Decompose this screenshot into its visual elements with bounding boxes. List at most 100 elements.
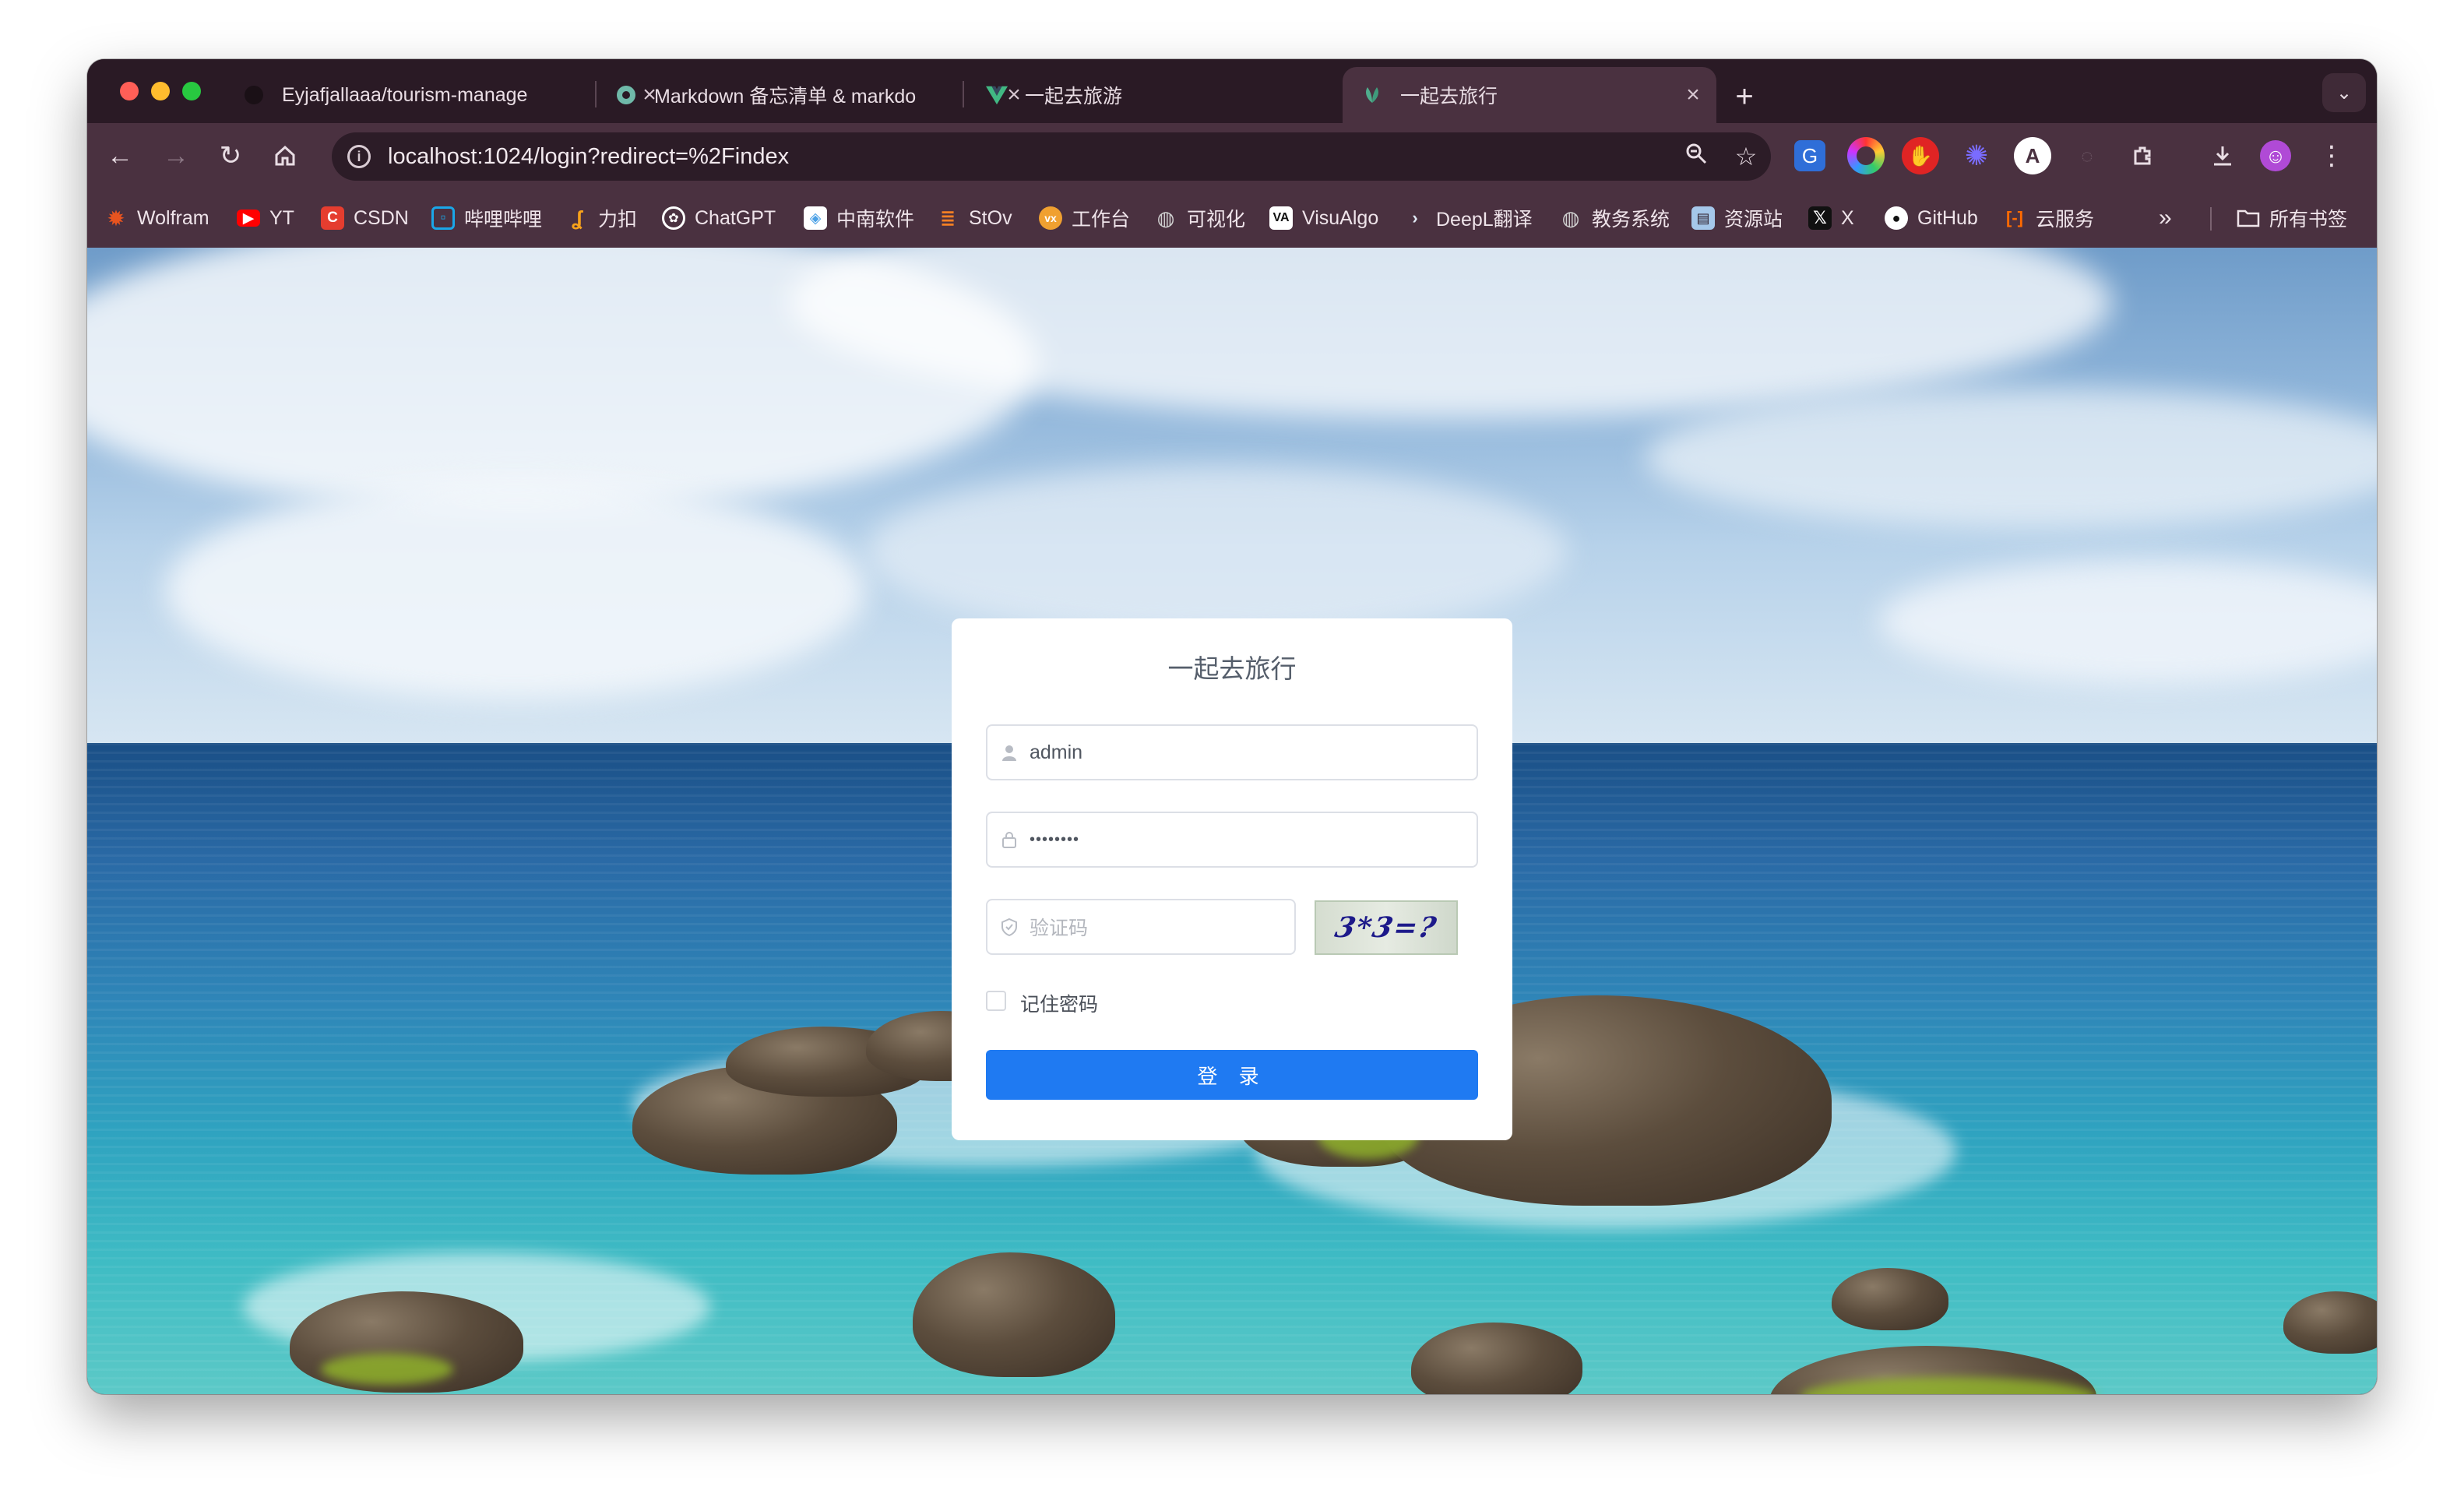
bookmark-label: ChatGPT — [695, 206, 776, 229]
translate-extension-icon[interactable]: G — [1794, 140, 1825, 171]
bookmark-label: CSDN — [354, 206, 409, 229]
new-tab-button[interactable]: + — [1721, 73, 1768, 120]
bookmarks-bar: ✹ Wolfram ▶ YT C CSDN ▫ 哔哩哔哩 ʆ 力扣 ✿ Chat… — [87, 188, 2377, 248]
youtube-icon: ▶ — [237, 210, 260, 227]
tab-search-chevron-icon[interactable]: ⌄ — [2322, 73, 2366, 112]
quickref-icon — [615, 84, 637, 106]
captcha-image[interactable]: 3*3=? — [1315, 900, 1458, 955]
login-card: 一起去旅行 admin •••••••• 验证码 3*3=? 记住密码 登 录 — [952, 618, 1512, 1140]
bookmark-label: 教务系统 — [1592, 209, 1670, 231]
remember-password-label[interactable]: 记住密码 — [1020, 989, 1098, 1017]
bookmark-label: VisuAlgo — [1302, 206, 1379, 229]
all-bookmarks-folder[interactable]: 所有书签 — [2237, 201, 2347, 235]
bookmark-bilibili[interactable]: ▫ 哔哩哔哩 — [431, 201, 542, 235]
extensions-puzzle-icon[interactable] — [2124, 137, 2162, 174]
chatgpt-icon: ✿ — [662, 206, 685, 230]
bookmark-wolfram[interactable]: ✹ Wolfram — [104, 201, 209, 235]
bookmark-label: 力扣 — [598, 209, 638, 231]
hand-extension-icon[interactable]: ✋ — [1902, 137, 1939, 174]
a-extension-icon[interactable]: A — [2014, 137, 2051, 174]
folder-icon — [2237, 206, 2260, 230]
bookmark-leetcode[interactable]: ʆ 力扣 — [565, 201, 637, 235]
maximize-window-button[interactable] — [182, 82, 201, 100]
password-input[interactable]: •••••••• — [986, 812, 1478, 868]
bookmark-chatgpt[interactable]: ✿ ChatGPT — [662, 201, 776, 235]
bookmark-label: GitHub — [1917, 206, 1978, 229]
csdn-icon: C — [321, 206, 344, 230]
bookmark-label: DeepL翻译 — [1436, 209, 1533, 231]
bookmark-academic-system[interactable]: ◍ 教务系统 — [1559, 201, 1670, 235]
bookmark-stackoverflow[interactable]: ≣ StOv — [936, 201, 1012, 235]
wolfram-icon: ✹ — [107, 206, 125, 231]
address-bar[interactable]: i localhost:1024/login?redirect=%2Findex… — [332, 132, 1771, 181]
reload-icon[interactable]: ↻ — [209, 134, 252, 178]
minimize-window-button[interactable] — [151, 82, 170, 100]
leaf-icon — [1361, 84, 1383, 106]
username-input[interactable]: admin — [986, 724, 1478, 780]
bilibili-icon: ▫ — [431, 206, 455, 230]
bookmark-visualgo[interactable]: VA VisuAlgo — [1269, 201, 1378, 235]
globe-icon: ◍ — [1561, 206, 1580, 230]
bookmarks-overflow-chevron-icon[interactable]: » — [2159, 201, 2172, 235]
shield-icon — [998, 916, 1020, 938]
login-title: 一起去旅行 — [1167, 654, 1297, 683]
tab-title: Markdown 备忘清单 & markdo — [654, 86, 917, 107]
dim-extension-icon[interactable]: ◌ — [2068, 137, 2106, 174]
bookmark-label: 云服务 — [2036, 209, 2095, 231]
user-icon — [998, 741, 1020, 763]
bookmark-label: Wolfram — [137, 206, 209, 229]
sparkle-extension-icon[interactable]: ✺ — [1958, 137, 1995, 174]
captcha-input[interactable]: 验证码 — [986, 899, 1296, 955]
bookmark-resource-site[interactable]: ▤ 资源站 — [1691, 201, 1783, 235]
leetcode-icon: ʆ — [571, 206, 583, 230]
workbench-icon: vx — [1039, 206, 1062, 230]
visualgo-icon: VA — [1269, 206, 1293, 230]
bookmark-github[interactable]: ● GitHub — [1885, 201, 1978, 235]
bookmark-csdn[interactable]: C CSDN — [321, 201, 409, 235]
captcha-placeholder: 验证码 — [1030, 918, 1089, 939]
color-picker-extension-icon[interactable] — [1847, 137, 1885, 174]
resource-site-icon: ▤ — [1691, 206, 1715, 230]
github-icon — [243, 84, 265, 106]
browser-window: Eyjafjallaaa/tourism-manage × Markdown 备… — [87, 59, 2377, 1394]
download-icon[interactable] — [2204, 137, 2241, 174]
lock-icon — [998, 829, 1020, 851]
tab-title: 一起去旅行 — [1400, 86, 1498, 107]
tab-tourism-active[interactable]: 一起去旅行 × — [1343, 67, 1716, 123]
bookmark-csu-software[interactable]: ◈ 中南软件 — [804, 201, 914, 235]
stackoverflow-icon: ≣ — [939, 207, 956, 229]
tab-title: Eyjafjallaaa/tourism-manage — [282, 83, 528, 106]
close-window-button[interactable] — [120, 82, 139, 100]
login-button[interactable]: 登 录 — [986, 1050, 1478, 1100]
toolbar: ← → ↻ i localhost:1024/login?redirect=%2… — [87, 123, 2377, 188]
globe-icon: ◍ — [1156, 206, 1175, 230]
tab-title: 一起去旅游 — [1025, 86, 1123, 107]
remember-password-checkbox[interactable] — [986, 991, 1006, 1011]
bookmark-x[interactable]: 𝕏 X — [1808, 201, 1854, 235]
bookmark-deepl[interactable]: › DeepL翻译 — [1403, 201, 1533, 235]
close-tab-icon[interactable]: × — [1677, 82, 1709, 108]
bookmark-visualization[interactable]: ◍ 可视化 — [1154, 201, 1245, 235]
captcha-text: 3*3=? — [1332, 911, 1441, 944]
zoom-icon[interactable] — [1671, 142, 1721, 171]
bookmark-label: 工作台 — [1072, 209, 1131, 231]
profile-avatar[interactable]: ☺ — [2260, 140, 2291, 171]
login-page: 一起去旅行 admin •••••••• 验证码 3*3=? 记住密码 登 录 — [87, 248, 2377, 1394]
bookmark-star-icon[interactable]: ☆ — [1721, 142, 1771, 171]
username-value[interactable]: admin — [1030, 741, 1082, 764]
password-value[interactable]: •••••••• — [1030, 831, 1079, 849]
bookmark-label: X — [1841, 206, 1854, 229]
bookmark-cloud-service[interactable]: [-] 云服务 — [2003, 201, 2094, 235]
x-icon: 𝕏 — [1808, 206, 1832, 230]
back-arrow-icon[interactable]: ← — [98, 134, 142, 178]
address-url[interactable]: localhost:1024/login?redirect=%2Findex — [388, 144, 1671, 170]
more-menu-icon[interactable]: ⋮ — [2313, 137, 2350, 174]
site-info-icon[interactable]: i — [347, 145, 371, 168]
bookmark-label: 可视化 — [1187, 209, 1246, 231]
bookmark-workbench[interactable]: vx 工作台 — [1039, 201, 1130, 235]
forward-arrow-icon[interactable]: → — [154, 134, 198, 178]
home-icon[interactable] — [263, 134, 307, 178]
bookmark-youtube[interactable]: ▶ YT — [237, 201, 294, 235]
aliyun-icon: [-] — [2006, 208, 2023, 227]
github-icon: ● — [1885, 206, 1908, 230]
